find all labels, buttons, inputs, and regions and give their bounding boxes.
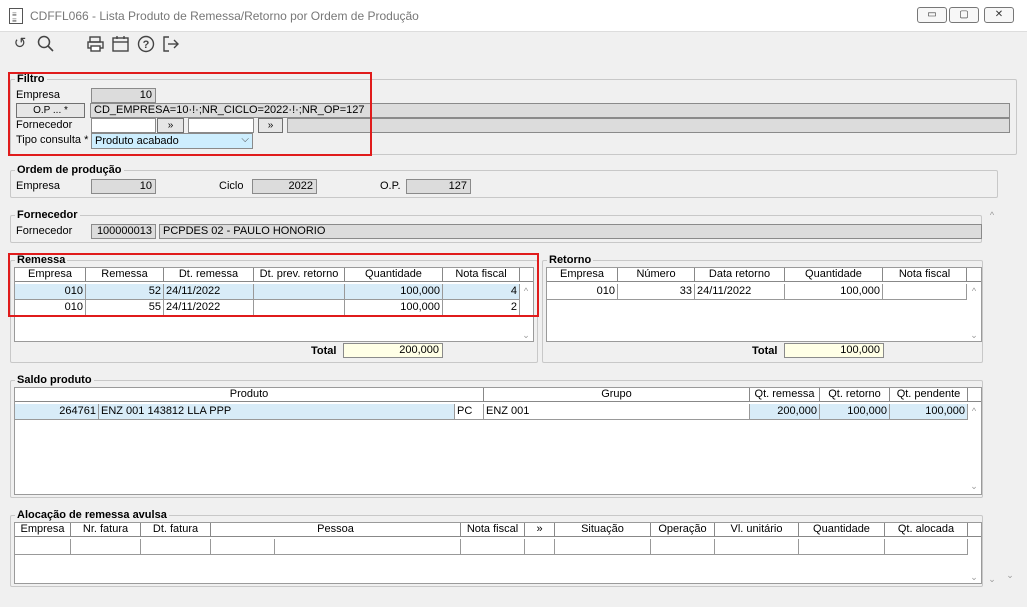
- cell-produto: ENZ 001 143812 LLA PPP: [99, 404, 455, 420]
- fornecedor-name-field: [287, 118, 1010, 133]
- print-icon[interactable]: [86, 34, 106, 54]
- highlight-filtro: [8, 72, 372, 156]
- ordem-empresa-field: 10: [91, 179, 156, 194]
- ordem-empresa-label: Empresa: [16, 180, 61, 192]
- cell-qt-remessa: 200,000: [750, 404, 820, 420]
- search-icon[interactable]: [36, 34, 56, 54]
- saldo-col-grupo[interactable]: Grupo: [484, 388, 750, 402]
- op-label: O.P.: [380, 180, 401, 192]
- cell-empty: [799, 539, 885, 555]
- retorno-scroll-down[interactable]: ⌄: [967, 330, 981, 341]
- alocacao-col-situacao[interactable]: Situação: [555, 523, 651, 537]
- page-scroll-down[interactable]: ⌄: [1003, 570, 1017, 581]
- cell-empty: [525, 539, 555, 555]
- saldo-table: Produto Grupo Qt. remessa Qt. retorno Qt…: [14, 387, 982, 495]
- alocacao-col-dt-fatura[interactable]: Dt. fatura: [141, 523, 211, 537]
- calendar-icon[interactable]: [111, 34, 131, 54]
- cell-empty: [211, 539, 275, 555]
- table-row[interactable]: 264761 ENZ 001 143812 LLA PPP PC ENZ 001…: [15, 404, 968, 420]
- cell-nf: [883, 284, 967, 300]
- retorno-col-empresa[interactable]: Empresa: [547, 268, 618, 282]
- cell-codigo: 264761: [15, 404, 99, 420]
- alocacao-col-empresa[interactable]: Empresa: [15, 523, 71, 537]
- saldo-scroll-down[interactable]: ⌄: [967, 481, 981, 492]
- alocacao-col-pessoa[interactable]: Pessoa: [211, 523, 461, 537]
- retorno-col-numero[interactable]: Número: [618, 268, 695, 282]
- alocacao-col-vl-unitario[interactable]: Vl. unitário: [715, 523, 799, 537]
- table-row[interactable]: 010 33 24/11/2022 100,000: [547, 284, 967, 300]
- close-button[interactable]: ✕: [984, 7, 1014, 23]
- cell-qt-retorno: 100,000: [820, 404, 890, 420]
- exit-icon[interactable]: [161, 34, 181, 54]
- retorno-table: Empresa Número Data retorno Quantidade N…: [546, 267, 982, 342]
- retorno-scroll-up[interactable]: ^: [967, 286, 981, 296]
- op-number-field: 127: [406, 179, 471, 194]
- cell-empty: [141, 539, 211, 555]
- cell-empty: [651, 539, 715, 555]
- ordem-group: [10, 170, 998, 198]
- cell-empty: [885, 539, 968, 555]
- remessa-total-field: 200,000: [343, 343, 443, 358]
- remessa-scroll-down[interactable]: ⌄: [519, 330, 533, 341]
- saldo-col-qt-remessa[interactable]: Qt. remessa: [750, 388, 820, 402]
- cell-empty: [71, 539, 141, 555]
- document-icon: ≡ ≡: [9, 8, 23, 25]
- ciclo-field: 2022: [252, 179, 317, 194]
- saldo-col-qt-retorno[interactable]: Qt. retorno: [820, 388, 890, 402]
- minimize-button[interactable]: ▭: [917, 7, 947, 23]
- retorno-col-qtd[interactable]: Quantidade: [785, 268, 883, 282]
- saldo-col-qt-pendente[interactable]: Qt. pendente: [890, 388, 968, 402]
- cell-qt-pendente: 100,000: [890, 404, 968, 420]
- cell-empty: [461, 539, 525, 555]
- ordem-title: Ordem de produção: [15, 164, 124, 176]
- alocacao-col-qt-alocada[interactable]: Qt. alocada: [885, 523, 968, 537]
- cell-qtd: 100,000: [785, 284, 883, 300]
- saldo-title: Saldo produto: [15, 374, 94, 386]
- window-title: CDFFL066 - Lista Produto de Remessa/Reto…: [30, 9, 419, 23]
- retorno-total-label: Total: [752, 345, 778, 357]
- alocacao-col-expand[interactable]: »: [525, 523, 555, 537]
- alocacao-col-operacao[interactable]: Operação: [651, 523, 715, 537]
- remessa-total-label: Total: [311, 345, 337, 357]
- cell-grupo: ENZ 001: [484, 404, 750, 420]
- svg-text:?: ?: [143, 39, 150, 51]
- undo-icon[interactable]: ↺: [10, 34, 30, 54]
- cell-empty: [555, 539, 651, 555]
- alocacao-col-quantidade[interactable]: Quantidade: [799, 523, 885, 537]
- saldo-col-produto[interactable]: Produto: [15, 388, 484, 402]
- cell-data: 24/11/2022: [695, 284, 785, 300]
- cell-tipo: PC: [455, 404, 484, 420]
- page-scrollbar[interactable]: ^ ⌄: [985, 210, 999, 585]
- cell-empresa: 010: [547, 284, 618, 300]
- alocacao-title: Alocação de remessa avulsa: [15, 509, 169, 521]
- alocacao-col-nr-fatura[interactable]: Nr. fatura: [71, 523, 141, 537]
- maximize-button[interactable]: ▢: [949, 7, 979, 23]
- fornecedor-code-field: 100000013: [91, 224, 156, 239]
- fornecedor-info-label: Fornecedor: [16, 225, 73, 237]
- table-row[interactable]: [15, 539, 968, 555]
- retorno-total-field: 100,000: [784, 343, 884, 358]
- cell-empty: [15, 539, 71, 555]
- retorno-col-data[interactable]: Data retorno: [695, 268, 785, 282]
- alocacao-table: Empresa Nr. fatura Dt. fatura Pessoa Not…: [14, 522, 982, 584]
- fornecedor-title: Fornecedor: [15, 209, 80, 221]
- saldo-scroll-up[interactable]: ^: [967, 406, 981, 416]
- help-icon[interactable]: ?: [136, 34, 156, 54]
- retorno-col-nf[interactable]: Nota fiscal: [883, 268, 967, 282]
- alocacao-col-nf[interactable]: Nota fiscal: [461, 523, 525, 537]
- highlight-remessa: [8, 253, 539, 317]
- cell-numero: 33: [618, 284, 695, 300]
- alocacao-scroll-down[interactable]: ⌄: [967, 572, 981, 583]
- cell-empty: [275, 539, 461, 555]
- cell-empty: [715, 539, 799, 555]
- fornecedor-name-display: PCPDES 02 - PAULO HONORIO: [159, 224, 982, 239]
- ciclo-label: Ciclo: [219, 180, 244, 192]
- retorno-title: Retorno: [547, 254, 594, 266]
